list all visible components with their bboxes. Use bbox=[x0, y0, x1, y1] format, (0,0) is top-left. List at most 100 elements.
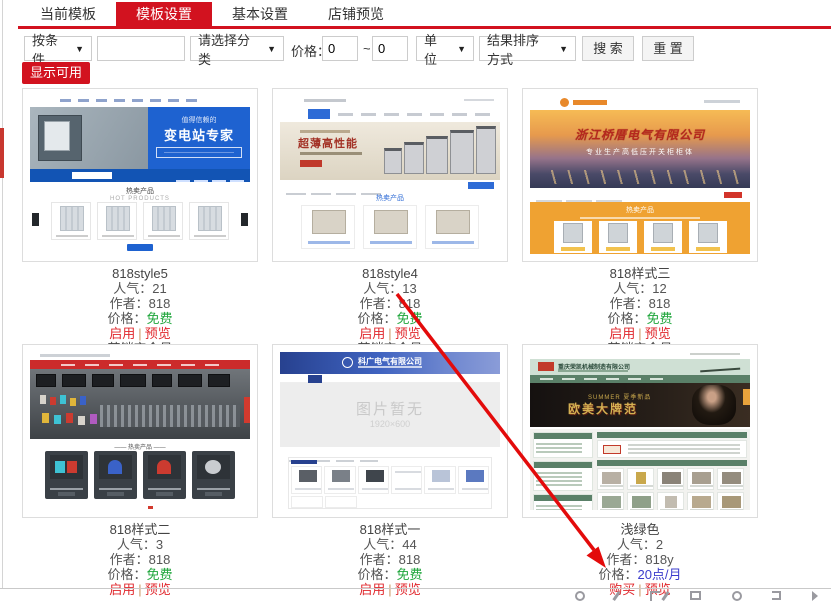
template-popularity: 人气：21 bbox=[22, 281, 258, 296]
filter-bar: 按条件 ▼ 请选择分类 ▼ 价格： ~ 单位 ▼ 结果排序方式 ▼ 搜 索 重 … bbox=[0, 36, 831, 62]
template-thumbnail[interactable]: 科广电气有限公司 图片暂无 1920×600 bbox=[272, 344, 508, 518]
decor-bars bbox=[60, 99, 244, 103]
template-price: 价格：20点/月 bbox=[522, 567, 758, 582]
tab-current-template[interactable]: 当前模板 bbox=[20, 2, 116, 26]
template-card-818style2: —— 热卖产品 —— 818样式二 人气：3 作者：818 价格：免费 启用|预… bbox=[22, 344, 258, 597]
template-card-light-green: 重庆荣凯机械制造有限公司 SUMMER 夏季新品 欧美大牌范 bbox=[522, 344, 758, 597]
download-icon[interactable] bbox=[661, 591, 669, 601]
preview-link[interactable]: 预览 bbox=[145, 582, 171, 597]
thumb-nav bbox=[30, 360, 250, 369]
keyword-input[interactable] bbox=[97, 36, 185, 61]
template-thumbnail[interactable]: —— 热卖产品 —— bbox=[22, 344, 258, 518]
template-name: 818style5 bbox=[22, 266, 258, 281]
search-button[interactable]: 搜 索 bbox=[582, 36, 634, 61]
template-thumbnail[interactable]: 超薄高性能 热卖产品 bbox=[272, 88, 508, 262]
thumb-placeholder-banner: 图片暂无 1920×600 bbox=[280, 383, 500, 447]
thumb-nav bbox=[530, 375, 750, 383]
enable-link[interactable]: 启用 bbox=[359, 582, 385, 597]
thumb-section-title: 热卖产品 HOT PRODUCTS bbox=[30, 186, 250, 202]
thumb-nav bbox=[280, 374, 500, 383]
category-select[interactable]: 请选择分类 ▼ bbox=[190, 36, 284, 61]
template-name: 818样式三 bbox=[522, 266, 758, 281]
show-available-button[interactable]: 显示可用 bbox=[22, 62, 90, 84]
price-max-input[interactable] bbox=[372, 36, 408, 61]
template-card-818style4: 超薄高性能 热卖产品 818style4 人气：13 作者：818 价格：免费 … bbox=[272, 88, 508, 356]
price-min-input[interactable] bbox=[322, 36, 358, 61]
chevron-down-icon: ▼ bbox=[559, 44, 568, 54]
download-icon[interactable] bbox=[650, 591, 660, 601]
template-name: 818style4 bbox=[272, 266, 508, 281]
condition-select[interactable]: 按条件 ▼ bbox=[24, 36, 92, 61]
thumb-banner: 值得信赖的 变电站专家 —————————————— bbox=[30, 107, 250, 169]
thumb-banner: SUMMER 夏季新品 欧美大牌范 bbox=[530, 383, 750, 427]
thumb-banner: 超薄高性能 bbox=[280, 122, 500, 180]
left-edge-line bbox=[2, 0, 3, 588]
chevron-down-icon: ▼ bbox=[75, 44, 84, 54]
template-author: 作者：818 bbox=[22, 552, 258, 567]
decor-bars bbox=[286, 99, 494, 104]
thumb-section-title: —— 热卖产品 —— bbox=[30, 442, 250, 451]
carousel-left-arrow bbox=[32, 213, 39, 226]
rectangle-tool-icon[interactable] bbox=[690, 591, 701, 600]
price-tilde: ~ bbox=[363, 41, 371, 56]
decor-bars bbox=[534, 353, 746, 357]
logo-icon bbox=[538, 362, 554, 371]
bracket-tool-icon[interactable] bbox=[772, 591, 781, 600]
template-popularity: 人气：3 bbox=[22, 537, 258, 552]
enable-link[interactable]: 启用 bbox=[109, 326, 135, 341]
enable-link[interactable]: 启用 bbox=[359, 326, 385, 341]
template-author: 作者：818y bbox=[522, 552, 758, 567]
template-price: 价格：免费 bbox=[22, 311, 258, 326]
sort-select[interactable]: 结果排序方式 ▼ bbox=[479, 36, 576, 61]
template-card-818style3: 浙江桥厝电气有限公司 专业生产高低压开关柜柜体 热卖产品 818样式三 人气：1… bbox=[522, 88, 758, 356]
bottom-divider-line bbox=[0, 588, 831, 589]
decor-bars bbox=[40, 354, 110, 357]
tab-bar: 当前模板 模板设置 基本设置 店铺预览 bbox=[0, 0, 831, 29]
left-edge-red-fragment bbox=[0, 128, 4, 178]
thumb-products bbox=[298, 205, 482, 249]
circle-tool-icon[interactable] bbox=[732, 591, 742, 601]
template-price: 价格：免费 bbox=[22, 567, 258, 582]
thumb-section-title: 热卖产品 bbox=[280, 193, 500, 203]
carousel-right-arrow bbox=[241, 213, 248, 226]
thumb-banner: 浙江桥厝电气有限公司 专业生产高低压开关柜柜体 bbox=[530, 110, 750, 188]
thumb-header: 重庆荣凯机械制造有限公司 bbox=[530, 359, 750, 375]
thumb-more-button bbox=[127, 244, 153, 251]
tab-basic-settings[interactable]: 基本设置 bbox=[212, 2, 308, 26]
tab-shop-preview[interactable]: 店铺预览 bbox=[308, 2, 404, 26]
preview-link[interactable]: 预览 bbox=[645, 326, 671, 341]
arrow-tool-icon[interactable] bbox=[812, 591, 818, 601]
preview-link[interactable]: 预览 bbox=[145, 326, 171, 341]
preview-link[interactable]: 预览 bbox=[395, 326, 421, 341]
template-author: 作者：818 bbox=[522, 296, 758, 311]
preview-link[interactable]: 预览 bbox=[395, 582, 421, 597]
logo-icon bbox=[560, 98, 569, 107]
template-thumbnail[interactable]: 值得信赖的 变电站专家 —————————————— 热卖产品 HOT PROD… bbox=[22, 88, 258, 262]
template-price: 价格：免费 bbox=[272, 567, 508, 582]
pen-icon[interactable] bbox=[612, 591, 620, 601]
template-popularity: 人气：12 bbox=[522, 281, 758, 296]
template-thumbnail[interactable]: 浙江桥厝电气有限公司 专业生产高低压开关柜柜体 热卖产品 bbox=[522, 88, 758, 262]
undo-icon[interactable] bbox=[575, 591, 585, 601]
enable-link[interactable]: 启用 bbox=[609, 326, 635, 341]
thumb-header bbox=[536, 98, 744, 108]
thumb-banner bbox=[30, 369, 250, 439]
thumb-search-strip bbox=[536, 190, 744, 200]
logo-icon bbox=[342, 357, 353, 368]
thumb-search-strip bbox=[30, 169, 250, 182]
template-author: 作者：818 bbox=[272, 296, 508, 311]
thumb-nav bbox=[308, 109, 490, 119]
thumb-products bbox=[44, 451, 236, 499]
tab-template-settings[interactable]: 模板设置 bbox=[116, 2, 212, 26]
template-popularity: 人气：2 bbox=[522, 537, 758, 552]
enable-link[interactable]: 启用 bbox=[109, 582, 135, 597]
thumb-products bbox=[48, 202, 232, 240]
thumb-pagination-dot bbox=[148, 506, 153, 509]
unit-select[interactable]: 单位 ▼ bbox=[416, 36, 474, 61]
template-name: 818样式二 bbox=[22, 522, 258, 537]
template-popularity: 人气：44 bbox=[272, 537, 508, 552]
reset-button[interactable]: 重 置 bbox=[642, 36, 694, 61]
template-name: 818样式一 bbox=[272, 522, 508, 537]
template-name: 浅绿色 bbox=[522, 522, 758, 537]
template-thumbnail[interactable]: 重庆荣凯机械制造有限公司 SUMMER 夏季新品 欧美大牌范 bbox=[522, 344, 758, 518]
